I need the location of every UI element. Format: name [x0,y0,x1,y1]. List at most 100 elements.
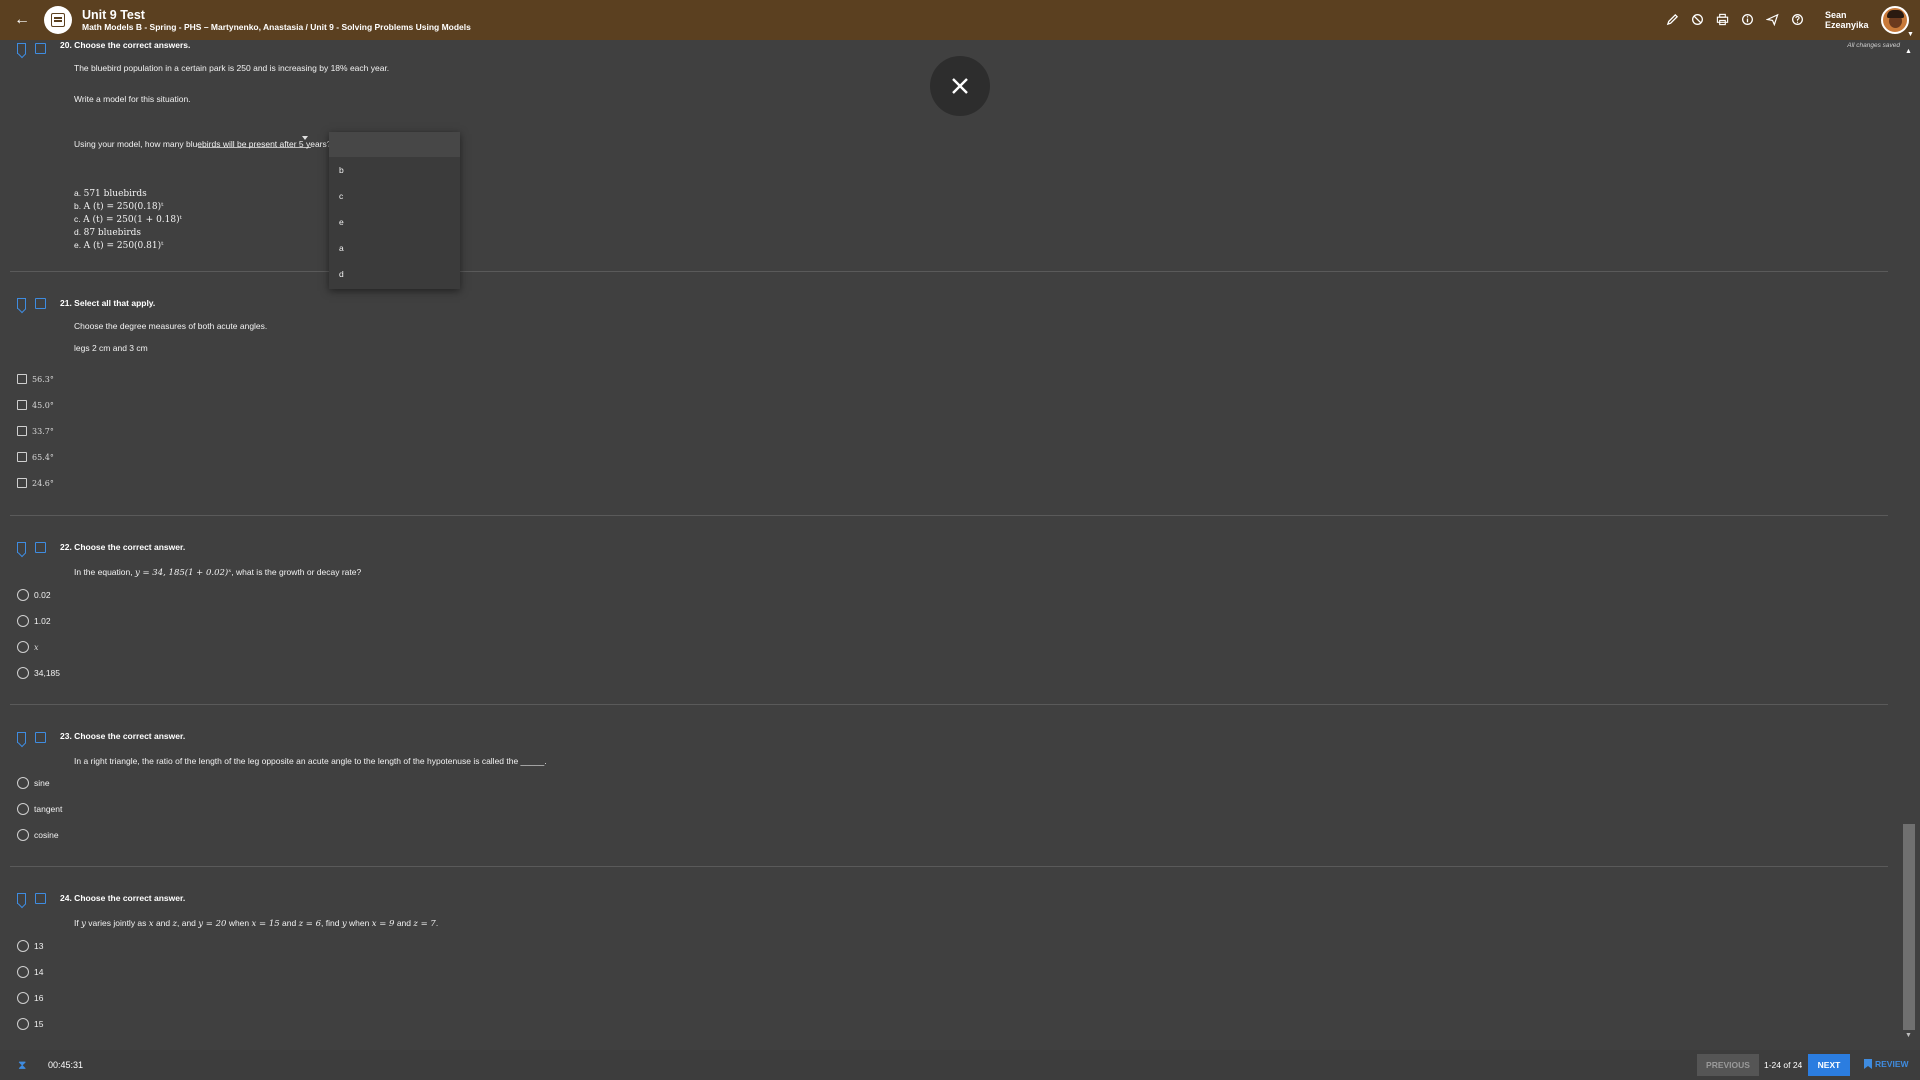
user-name[interactable]: Sean Ezeanyika [1825,10,1869,30]
q21-sub: legs 2 cm and 3 cm [74,343,148,353]
note-icon[interactable] [35,893,46,904]
radio-button[interactable] [17,589,29,601]
hourglass-icon: ⧗ [18,1058,27,1072]
menu-item[interactable]: b [329,157,460,183]
avatar-hair [1887,10,1904,18]
menu-item-blank[interactable] [329,132,460,157]
user-first-name: Sean [1825,10,1847,20]
toolbar [1665,12,1804,26]
radio-button[interactable] [17,615,29,627]
divider [10,704,1888,705]
q24-option[interactable]: 15 [17,1018,43,1030]
divider [10,866,1888,867]
q23-option[interactable]: sine [17,777,50,789]
bookmark-icon[interactable] [17,542,26,553]
q22-heading: 22. Choose the correct answer. [60,542,186,552]
q21-option[interactable]: 33.7° [17,426,54,436]
page-title: Unit 9 Test [82,7,145,22]
user-last-name: Ezeanyika [1825,20,1869,30]
q20-part2: Using your model, how many bluebirds wil… [74,139,332,149]
menu-item[interactable]: e [329,209,460,235]
note-icon[interactable] [35,298,46,309]
q24-prompt: If y varies jointly as x and z, and y = … [74,918,439,929]
radio-button[interactable] [17,940,29,952]
avatar[interactable] [1881,6,1909,34]
menu-item[interactable]: a [329,235,460,261]
q20-choice-e: e. A (t) = 250(0.81)ᵗ [74,240,164,251]
q20-heading: 20. Choose the correct answers. [60,40,191,50]
q22-option[interactable]: 1.02 [17,615,51,627]
q20-icons [17,43,46,54]
checkbox[interactable] [17,452,27,462]
menu-item[interactable]: c [329,183,460,209]
bottom-bar: ⧗ 00:45:31 PREVIOUS 1-24 of 24 NEXT REVI… [0,1050,1920,1080]
title-block: Unit 9 Test Math Models B - Spring - PHS… [82,8,471,33]
info-icon[interactable] [1740,12,1754,26]
breadcrumb: Math Models B - Spring - PHS – Martynenk… [82,21,471,32]
note-icon[interactable] [35,732,46,743]
radio-button[interactable] [17,777,29,789]
bookmark-icon[interactable] [17,43,26,54]
q24-option[interactable]: 14 [17,966,43,978]
close-button[interactable] [930,56,990,116]
help-icon[interactable] [1790,12,1804,26]
send-icon[interactable] [1765,12,1779,26]
checkbox[interactable] [17,400,27,410]
q20-prompt: The bluebird population in a certain par… [74,63,390,73]
previous-button[interactable]: PREVIOUS [1697,1054,1759,1076]
print-icon[interactable] [1715,12,1729,26]
q22-prompt: In the equation, y = 34, 185(1 + 0.02)ˣ,… [74,567,362,578]
back-arrow-icon[interactable]: ← [14,12,30,28]
note-icon[interactable] [35,43,46,54]
q21-heading: 21. Select all that apply. [60,298,156,308]
bookmark-icon[interactable] [17,298,26,309]
radio-button[interactable] [17,966,29,978]
dropdown-menu: b c e a d [329,132,460,289]
pencil-icon[interactable] [1665,12,1679,26]
q22-option[interactable]: 34,185 [17,667,60,679]
checkbox[interactable] [17,374,27,384]
divider [10,271,1888,272]
q21-prompt: Choose the degree measures of both acute… [74,321,268,331]
app-logo-icon [44,6,72,34]
menu-item[interactable]: d [329,261,460,287]
chevron-down-icon[interactable]: ▼ [1907,31,1914,38]
q20-part1: Write a model for this situation. [74,94,191,104]
q23-option[interactable]: cosine [17,829,59,841]
page-counter: 1-24 of 24 [1764,1060,1803,1070]
q21-option[interactable]: 24.6° [17,478,54,488]
bookmark-icon[interactable] [17,732,26,743]
q21-option[interactable]: 56.3° [17,374,54,384]
q22-option[interactable]: x [17,641,39,653]
bookmark-icon[interactable] [17,893,26,904]
radio-button[interactable] [17,829,29,841]
note-icon[interactable] [35,542,46,553]
block-icon[interactable] [1690,12,1704,26]
q21-option[interactable]: 45.0° [17,400,54,410]
q23-option[interactable]: tangent [17,803,62,815]
q20-choice-d: d. 87 bluebirds [74,227,142,238]
radio-button[interactable] [17,641,29,653]
q22-option[interactable]: 0.02 [17,589,51,601]
review-label: REVIEW [1875,1059,1909,1069]
scroll-down-icon[interactable]: ▼ [1905,1032,1912,1039]
scroll-up-icon[interactable]: ▲ [1905,48,1912,55]
q23-prompt: In a right triangle, the ratio of the le… [74,756,547,766]
radio-button[interactable] [17,667,29,679]
q21-option[interactable]: 65.4° [17,452,54,462]
checkbox[interactable] [17,478,27,488]
q24-heading: 24. Choose the correct answer. [60,893,186,903]
review-button[interactable]: REVIEW [1864,1059,1909,1069]
q24-option[interactable]: 16 [17,992,43,1004]
q21-icons [17,298,46,309]
checkbox[interactable] [17,426,27,436]
scrollbar-thumb[interactable] [1903,824,1915,1030]
q24-option[interactable]: 13 [17,940,43,952]
next-button[interactable]: NEXT [1808,1054,1850,1076]
q20-choice-a: a. 571 bluebirds [74,188,147,199]
radio-button[interactable] [17,803,29,815]
q20-choice-c: c. A (t) = 250(1 + 0.18)ᵗ [74,214,182,225]
question-list: 20. Choose the correct answers. The blue… [0,40,1890,1050]
radio-button[interactable] [17,992,29,1004]
radio-button[interactable] [17,1018,29,1030]
